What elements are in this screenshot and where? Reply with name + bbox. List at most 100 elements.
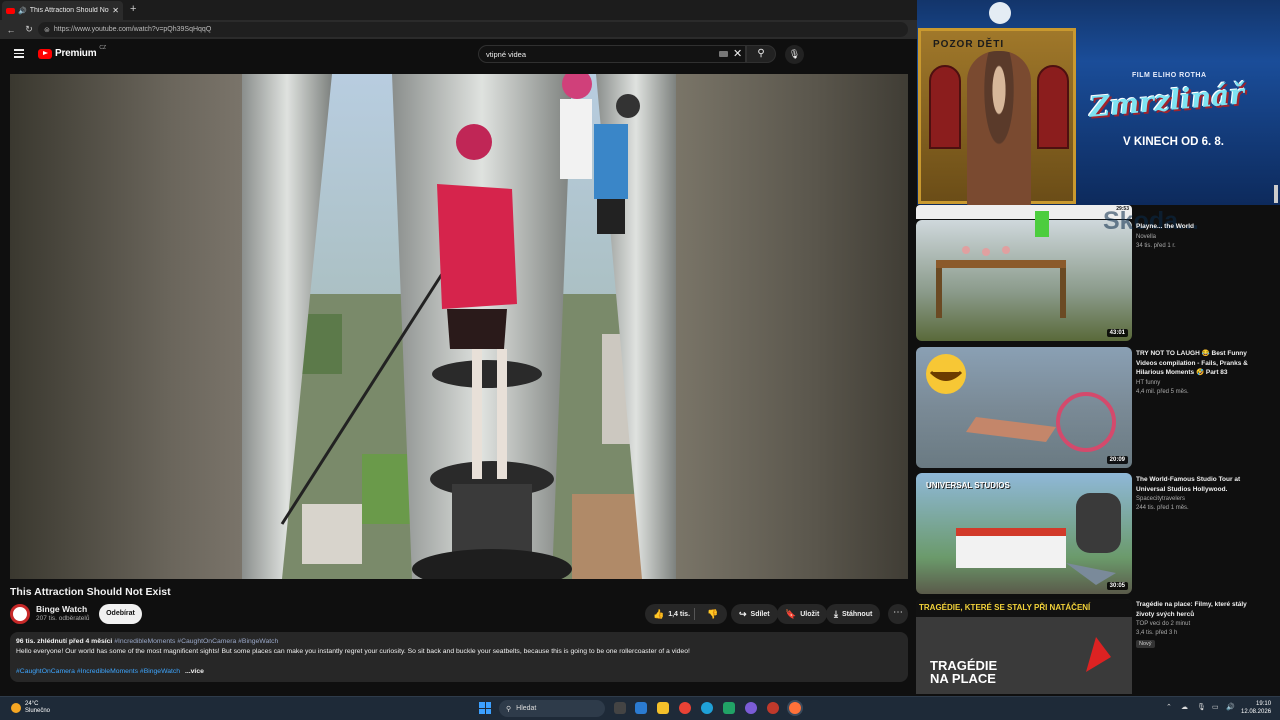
browser-tab-bar: 🔊 This Attraction Should Not Exist ✕ + — [0, 0, 917, 20]
tab-active[interactable]: 🔊 This Attraction Should Not Exist ✕ — [2, 1, 123, 20]
start-button[interactable] — [479, 702, 491, 714]
network-icon[interactable]: ▭ — [1212, 703, 1219, 711]
thumbs-up-icon: 👍 — [653, 608, 665, 619]
door-image — [929, 65, 961, 149]
rec-title[interactable]: TRY NOT TO LAUGH 😂 Best Funny Videos com… — [1136, 349, 1258, 378]
more-actions-button[interactable]: ⋯ — [888, 604, 908, 624]
subscriber-count: 207 tis. odběratelů — [36, 615, 90, 622]
menu-icon[interactable] — [14, 49, 24, 58]
rec-channel[interactable]: TOP veci do 2 minut — [1136, 621, 1190, 627]
rec-channel[interactable]: Novella — [1136, 234, 1156, 240]
url-field[interactable]: ⊜ https://www.youtube.com/watch?v=pQh39S… — [38, 22, 908, 37]
logo-text: Premium — [55, 48, 97, 59]
thumbnail-text-top: TRAGÉDIE, KTERÉ SE STALY PŘI NATÁČENÍ — [916, 599, 1132, 617]
cloud-icon[interactable]: ☁ — [1181, 703, 1188, 711]
film-title: Zmrzlinář — [1087, 77, 1246, 124]
mic-tray-icon[interactable]: 🎙 — [1197, 703, 1206, 711]
spreadsheet-app-icon[interactable] — [723, 702, 735, 714]
clock-date: 12.08.2026 — [1241, 708, 1272, 715]
save-button[interactable]: 🔖 Uložit — [777, 604, 828, 624]
youtube-favicon-icon — [6, 7, 15, 14]
like-count: 1,4 tis. — [668, 610, 691, 618]
rec-title[interactable]: The World-Famous Studio Tour at Universa… — [1136, 475, 1258, 494]
new-tab-button[interactable]: + — [130, 3, 136, 15]
back-button[interactable]: ← — [4, 25, 18, 35]
ad-poster-sign: POZOR DĚTI — [918, 28, 1076, 205]
share-button[interactable]: ↪ Sdílet — [731, 604, 778, 624]
messenger-icon[interactable] — [745, 702, 757, 714]
youtube-header: Premium CZ vtipné videa ✕ ⚲ 🎙 — [0, 39, 917, 69]
clear-search-icon[interactable]: ✕ — [733, 47, 742, 60]
taskbar-search[interactable]: ⚲ Hledat — [499, 700, 605, 717]
address-bar-row: ← ↻ ⊜ https://www.youtube.com/watch?v=pQ… — [0, 20, 917, 39]
mascot-image — [989, 2, 1011, 24]
video-thumbnail[interactable]: 20:09 — [916, 347, 1132, 468]
recommendation-item[interactable]: 20:09 TRY NOT TO LAUGH 😂 Best Funny Vide… — [915, 347, 1278, 471]
file-explorer-icon[interactable] — [657, 702, 669, 714]
thumbnail-art — [926, 354, 1116, 452]
share-label: Sdílet — [750, 610, 770, 618]
download-icon: ⤓ — [834, 608, 838, 619]
like-button[interactable]: 👍 1,4 tis. — [645, 608, 695, 620]
rec-title[interactable]: Tragédie na place: Filmy, které stály ži… — [1136, 600, 1258, 619]
duration: 43:01 — [1106, 329, 1128, 337]
search-input[interactable]: vtipné videa — [478, 45, 746, 63]
url-text: https://www.youtube.com/watch?v=pQh39SqH… — [53, 26, 212, 33]
site-info-icon[interactable]: ⊜ — [44, 26, 50, 34]
video-thumbnail[interactable]: TRAGÉDIE, KTERÉ SE STALY PŘI NATÁČENÍ TR… — [916, 599, 1132, 694]
views-and-date: 96 tis. zhlédnutí před 4 měsíci #Incredi… — [16, 638, 278, 645]
hashtags-top[interactable]: #IncredibleMoments #CaughtOnCamera #Bing… — [114, 638, 278, 645]
reload-button[interactable]: ↻ — [22, 24, 36, 35]
description-box[interactable]: 96 tis. zhlédnutí před 4 měsíci #Incredi… — [10, 632, 908, 682]
edge-icon[interactable] — [701, 702, 713, 714]
search-value: vtipné videa — [486, 49, 527, 59]
thumbnail-art — [956, 493, 1121, 585]
rec-channel[interactable]: Spacecitytravelers — [1136, 496, 1185, 502]
windows-taskbar: 24°C Slunečno ⚲ Hledat ⌃ ☁ 🎙 ▭ 🔊 19:10 1… — [0, 696, 1280, 720]
firefox-icon[interactable] — [789, 702, 801, 714]
hashtags-bottom[interactable]: #CaughtOnCamera #IncredibleMoments #Bing… — [16, 668, 204, 675]
recommendation-item[interactable]: 43:01 29:53 Skoda... Pl​ayne... the Worl… — [915, 205, 1278, 343]
task-view-icon[interactable] — [614, 702, 626, 714]
channel-avatar[interactable] — [10, 604, 30, 624]
scrollbar[interactable] — [1274, 185, 1278, 203]
hashtags-bottom-text[interactable]: #CaughtOnCamera #IncredibleMoments #Bing… — [16, 668, 180, 675]
search-icon: ⚲ — [757, 48, 765, 59]
region-label: CZ — [99, 44, 107, 51]
video-player[interactable] — [10, 74, 908, 579]
recommendation-item[interactable]: TRAGÉDIE, KTERÉ SE STALY PŘI NATÁČENÍ TR… — [915, 599, 1278, 695]
voice-search-button[interactable]: 🎙 — [785, 45, 804, 64]
download-button[interactable]: ⤓ Stáhnout — [826, 604, 881, 624]
bookmark-icon: 🔖 — [785, 608, 797, 619]
mic-icon: 🎙 — [788, 49, 801, 59]
video-title: This Attraction Should Not Exist — [10, 586, 171, 598]
chrome-icon[interactable] — [679, 702, 691, 714]
recommendation-item[interactable]: UNIVERSAL STUDIOS 30:05 The World-Famous… — [915, 473, 1278, 597]
audio-playing-icon[interactable]: 🔊 — [18, 7, 27, 15]
film-label: FILM ELIHO ROTHA — [1132, 72, 1207, 79]
app-icon[interactable] — [767, 702, 779, 714]
youtube-logo[interactable]: Premium CZ — [38, 44, 107, 59]
player-blur-left — [10, 74, 242, 579]
volume-icon[interactable]: 🔊 — [1226, 703, 1235, 711]
video-frame[interactable] — [242, 74, 676, 579]
rec-title[interactable]: Pl​ayne... the World — [1136, 222, 1258, 232]
keyboard-icon[interactable] — [719, 51, 728, 57]
show-more-link[interactable]: ...více — [185, 668, 204, 675]
system-clock[interactable]: 19:10 12.08.2026 — [1241, 701, 1271, 716]
weather-widget[interactable]: 24°C Slunečno — [25, 701, 50, 715]
mail-app-icon[interactable] — [635, 702, 647, 714]
thumbnail-text: UNIVERSAL STUDIOS — [926, 481, 1010, 490]
dislike-button[interactable]: 👎 — [699, 609, 727, 620]
subscribe-button[interactable]: Odebírat — [99, 604, 142, 624]
player-blur-right — [676, 74, 908, 579]
tray-overflow-icon[interactable]: ⌃ — [1166, 703, 1172, 711]
video-thumbnail[interactable]: UNIVERSAL STUDIOS 30:05 — [916, 473, 1132, 594]
weather-sun-icon[interactable] — [11, 703, 21, 713]
rec-channel[interactable]: HT funny — [1136, 380, 1160, 386]
channel-name[interactable]: Binge Watch — [36, 604, 87, 614]
ad-banner[interactable]: POZOR DĚTI FILM ELIHO ROTHA Zmrzlinář V … — [917, 0, 1280, 205]
close-tab-icon[interactable]: ✕ — [112, 6, 123, 15]
search-button[interactable]: ⚲ — [746, 45, 776, 63]
thumbnail-text-bottom: TRAGÉDIE NA PLACE — [930, 658, 998, 686]
